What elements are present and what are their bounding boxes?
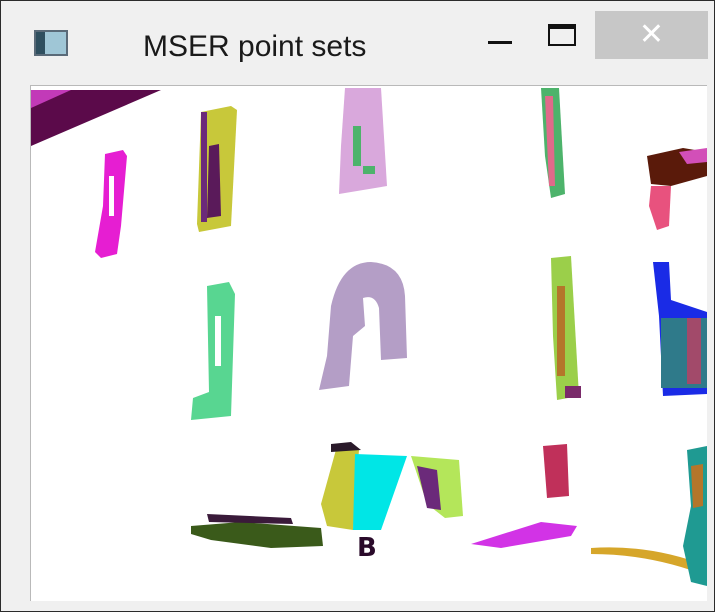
title-bar[interactable]: MSER point sets ✕	[1, 1, 714, 85]
app-icon	[34, 30, 68, 56]
mser-region	[687, 318, 701, 384]
minimize-icon	[488, 40, 512, 44]
window-title: MSER point sets	[143, 30, 367, 63]
close-icon: ✕	[638, 17, 665, 52]
mser-region	[109, 176, 114, 216]
maximize-icon	[548, 24, 576, 46]
app-window: MSER point sets ✕ B	[0, 0, 715, 612]
mser-region	[201, 112, 207, 222]
mser-region	[339, 88, 387, 194]
mser-region	[353, 126, 361, 166]
mser-region	[191, 522, 323, 548]
mser-region	[565, 386, 581, 398]
mser-region	[321, 446, 359, 530]
image-canvas[interactable]: B	[30, 85, 707, 601]
mser-region	[363, 166, 375, 174]
close-button[interactable]: ✕	[595, 11, 708, 59]
mser-region-letter: B	[357, 533, 377, 563]
mser-regions-image: B	[31, 88, 707, 586]
minimize-button[interactable]	[471, 11, 529, 59]
mser-region	[207, 144, 221, 218]
mser-region	[543, 444, 569, 498]
mser-region	[471, 522, 577, 548]
maximize-button[interactable]	[533, 11, 591, 59]
mser-region	[215, 316, 221, 366]
mser-region	[191, 282, 235, 420]
mser-region	[319, 262, 407, 390]
mser-region	[691, 464, 703, 508]
mser-region	[207, 514, 293, 524]
mser-region	[353, 454, 407, 530]
mser-region	[557, 286, 565, 376]
mser-region	[649, 186, 671, 230]
